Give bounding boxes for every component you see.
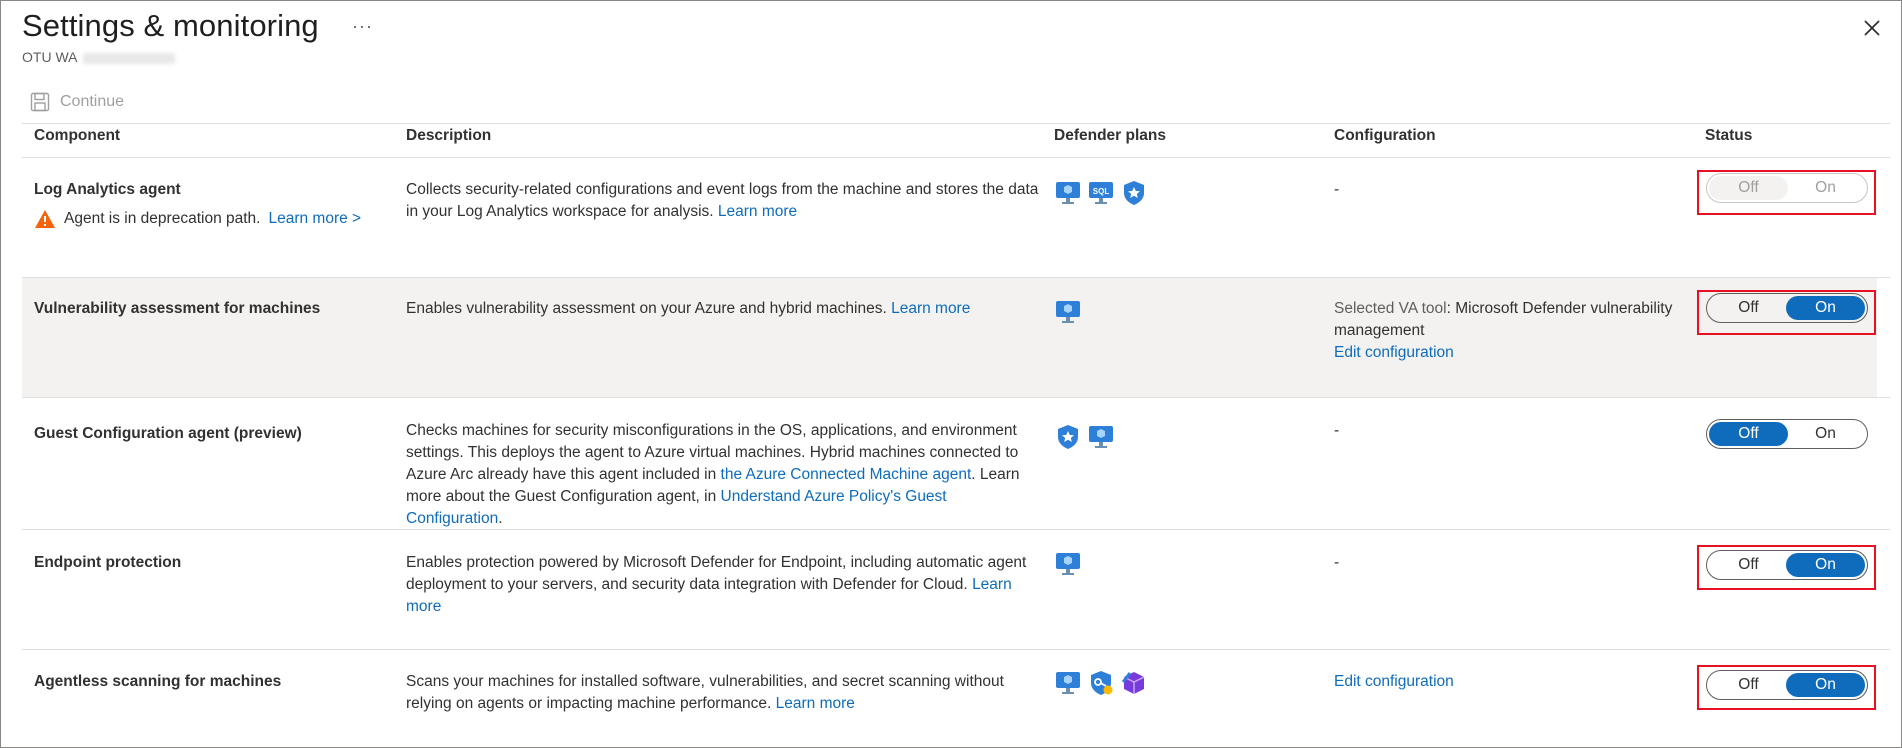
component-description: Enables protection powered by Microsoft … [406,554,1027,615]
toggle-on-option[interactable]: On [1786,176,1865,200]
table-row: Log Analytics agent Agent is in deprecat… [22,158,1877,277]
page-title: Settings & monitoring [22,8,319,43]
toggle-on-option[interactable]: On [1786,296,1865,320]
edit-configuration-link[interactable]: Edit configuration [1334,344,1454,361]
server-monitor-icon [1056,301,1080,323]
component-name: Vulnerability assessment for machines [34,300,321,317]
table-row: Endpoint protection Enables protection p… [22,530,1877,649]
status-toggle[interactable]: Off On [1706,550,1868,580]
toggle-off-option[interactable]: Off [1709,296,1788,320]
table-row: Vulnerability assessment for machines En… [22,278,1877,397]
component-name: Endpoint protection [34,554,182,571]
toggle-off-option[interactable]: Off [1709,673,1788,697]
defender-plans [1054,550,1082,578]
more-options-icon[interactable]: ··· [352,16,373,37]
divider [22,123,1890,124]
defender-plans [1054,423,1115,451]
save-icon [30,92,50,112]
configuration: - [1334,554,1340,571]
learn-more-link[interactable]: Learn more [718,203,797,220]
defender-plans: SQL [1054,179,1148,207]
column-header-plans: Defender plans [1054,127,1166,144]
column-header-status: Status [1705,127,1753,144]
component-description: Checks machines for security misconfigur… [406,422,1020,527]
azure-connected-machine-link[interactable]: the Azure Connected Machine agent [721,466,972,483]
status-toggle[interactable]: Off On [1706,419,1868,449]
component-description: Enables vulnerability assessment on your… [406,300,971,317]
component-description: Collects security-related configurations… [406,181,1039,220]
subscription-subtitle: OTU WA [22,49,176,65]
column-header-description: Description [406,127,492,144]
defender-plans [1054,298,1082,326]
edit-configuration-link[interactable]: Edit configuration [1334,673,1454,690]
close-icon[interactable] [1860,16,1884,40]
shield-star-icon [1124,181,1144,205]
table-row: Agentless scanning for machines Scans yo… [22,650,1877,747]
table-row: Guest Configuration agent (preview) Chec… [22,398,1877,529]
component-name: Guest Configuration agent (preview) [34,425,302,442]
configuration: Edit configuration [1334,671,1694,693]
server-monitor-icon [1056,553,1080,575]
shield-star-icon [1058,425,1078,449]
configuration: Selected VA tool: Microsoft Defender vul… [1334,300,1673,361]
learn-more-link[interactable]: Learn more [891,300,970,317]
toolbar: Continue [30,92,124,112]
svg-text:SQL: SQL [1093,187,1110,196]
server-monitor-icon [1056,672,1080,694]
shield-key-icon [1091,671,1113,695]
sql-server-icon: SQL [1089,182,1113,204]
toggle-on-option[interactable]: On [1786,673,1865,697]
status-toggle[interactable]: Off On [1706,173,1868,203]
deprecation-warning: Agent is in deprecation path. Learn more… [34,208,361,230]
toggle-on-option[interactable]: On [1786,422,1865,446]
toggle-off-option[interactable]: Off [1709,553,1788,577]
configuration: - [1334,422,1340,439]
warning-icon [35,210,55,228]
server-monitor-icon [1089,426,1113,448]
defender-plans [1054,669,1148,697]
component-name: Log Analytics agent Agent is in deprecat… [34,179,361,230]
learn-more-link[interactable]: Learn more > [268,208,361,230]
toggle-off-option[interactable]: Off [1709,176,1788,200]
learn-more-link[interactable]: Learn more [776,695,855,712]
status-toggle[interactable]: Off On [1706,293,1868,323]
configuration: - [1334,181,1340,198]
component-description: Scans your machines for installed softwa… [406,673,1004,712]
column-header-configuration: Configuration [1334,127,1436,144]
toggle-on-option[interactable]: On [1786,553,1865,577]
column-header-component: Component [34,127,121,144]
component-name: Agentless scanning for machines [34,673,282,690]
status-toggle[interactable]: Off On [1706,670,1868,700]
container-registry-icon [1121,672,1145,694]
toggle-off-option[interactable]: Off [1709,422,1788,446]
server-monitor-icon [1056,182,1080,204]
continue-button[interactable]: Continue [60,93,124,111]
redacted-text [83,52,176,64]
